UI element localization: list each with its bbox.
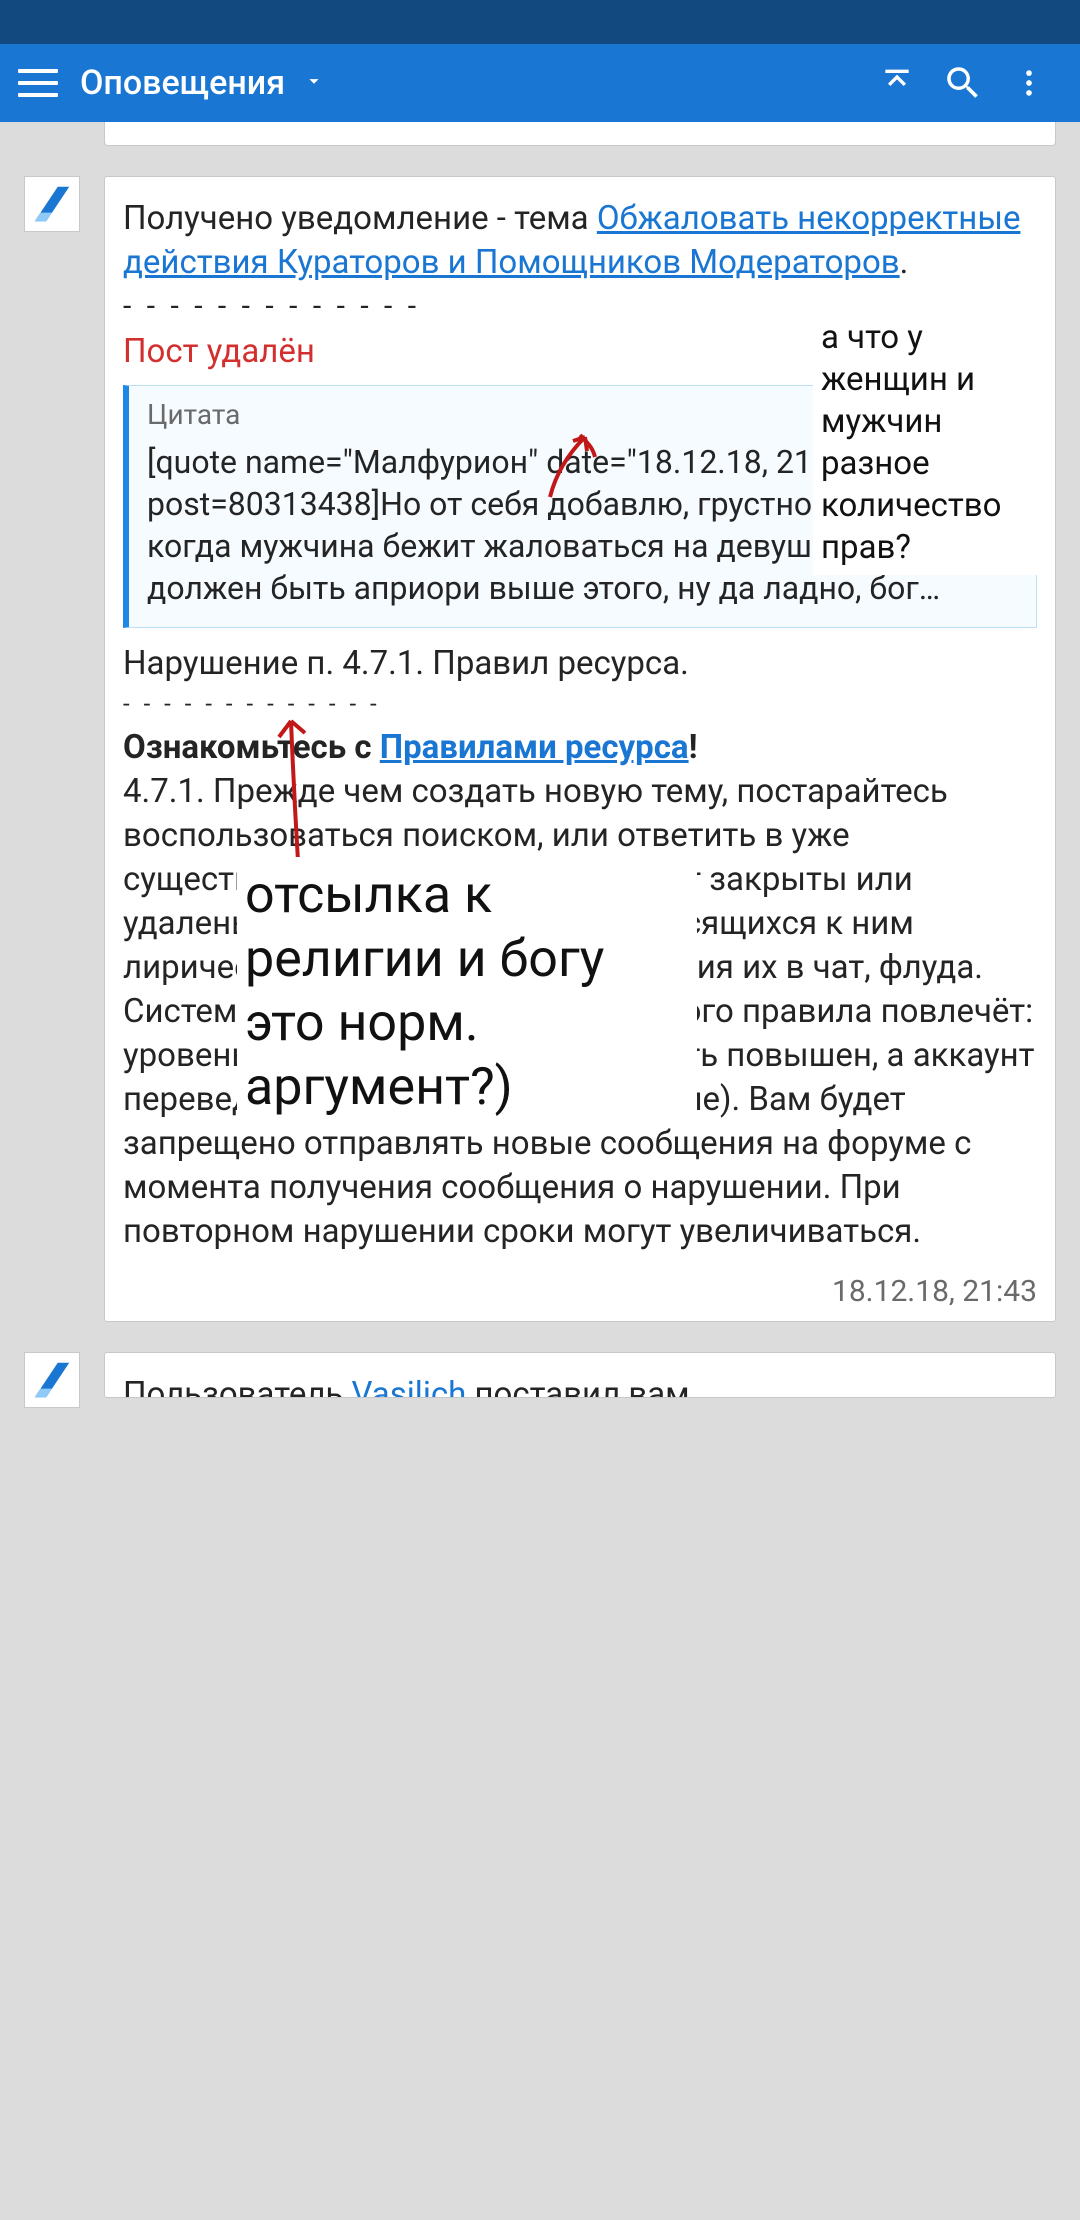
avatar[interactable]	[24, 1352, 80, 1408]
annotation-arrow-2	[273, 711, 323, 871]
notification-text: Получено уведомление - тема Обжаловать н…	[123, 197, 1037, 285]
page-title[interactable]: Оповещения	[80, 63, 285, 103]
app-bar: Оповещения	[0, 44, 1080, 122]
next-notification-row: Пользователь Vasilich поставил вам	[24, 1352, 1056, 1408]
next-user-link[interactable]: Vasilich	[352, 1375, 467, 1398]
search-icon[interactable]	[930, 50, 996, 116]
rules-line: Ознакомьтесь с Правилами ресурса!	[123, 726, 1037, 770]
annotation-text-2: отсылка к религии и богу это норм. аргум…	[237, 857, 697, 1125]
notification-card: Получено уведомление - тема Обжаловать н…	[104, 176, 1056, 1322]
timestamp: 18.12.18, 21:43	[123, 1274, 1037, 1309]
next-text: Пользователь Vasilich поставил вам	[123, 1373, 1037, 1398]
menu-icon[interactable]	[18, 61, 62, 105]
notification-row: Получено уведомление - тема Обжаловать н…	[24, 176, 1056, 1322]
next-card: Пользователь Vasilich поставил вам	[104, 1352, 1056, 1398]
next-prefix: Пользователь	[123, 1375, 352, 1398]
previous-card-edge	[104, 122, 1056, 146]
rules-link[interactable]: Правилами ресурса	[380, 728, 689, 767]
upload-icon[interactable]	[864, 50, 930, 116]
violation-line: Нарушение п. 4.7.1. Правил ресурса.	[123, 642, 1037, 686]
notification-prefix: Получено уведомление - тема	[123, 199, 597, 238]
more-icon[interactable]	[996, 50, 1062, 116]
dropdown-icon[interactable]	[303, 70, 325, 97]
annotation-arrow-1	[535, 427, 605, 507]
avatar[interactable]	[24, 176, 80, 232]
familiarize-prefix: Ознакомьтесь с	[123, 728, 380, 767]
status-bar	[0, 0, 1080, 44]
separator-dashes-2: - - - - - - - - - - - - -	[123, 690, 1037, 718]
excl: !	[689, 728, 698, 767]
dot: .	[900, 243, 909, 282]
next-suffix: поставил вам	[474, 1375, 689, 1398]
annotation-text-1: а что у женщин и мужчин разное количеств…	[813, 311, 1043, 575]
